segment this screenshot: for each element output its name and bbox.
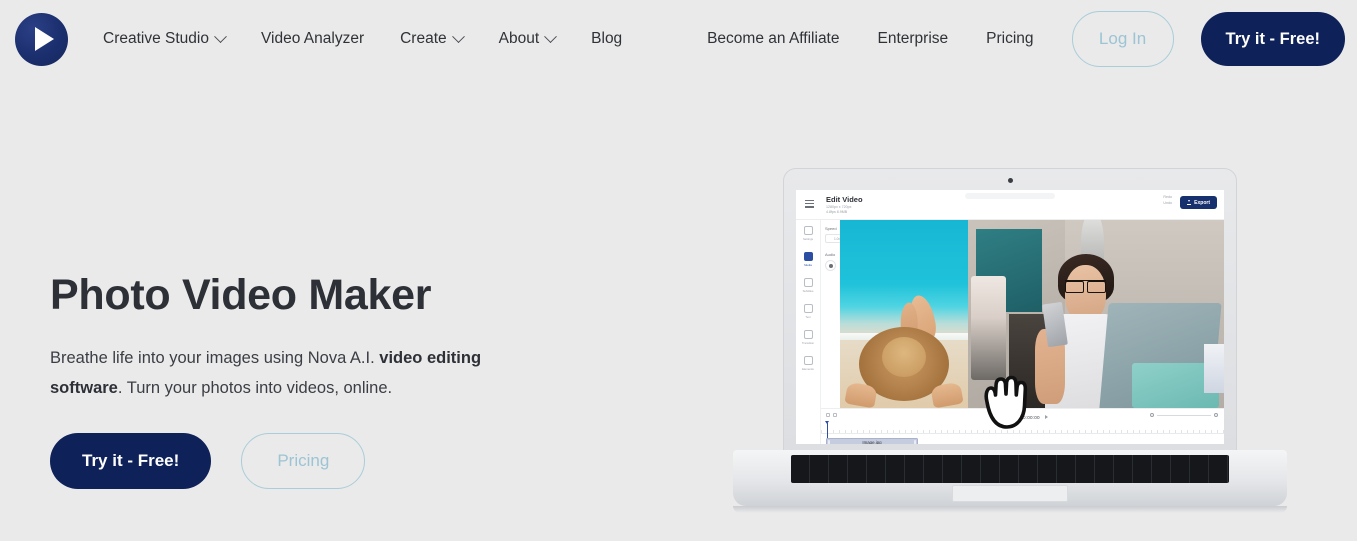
subtitles-icon bbox=[803, 278, 813, 287]
navbar-cta-button[interactable]: Try it - Free! bbox=[1200, 12, 1345, 66]
editor-meta: 1280px x 720px 4.8fps 8.9MB bbox=[826, 205, 851, 216]
chevron-down-icon bbox=[214, 29, 227, 43]
settings-icon bbox=[803, 226, 813, 235]
sidebar-item-subtitles[interactable]: Subtitles bbox=[796, 278, 820, 293]
sidebar-item-settings[interactable]: Settings bbox=[796, 226, 820, 241]
page-title: Photo Video Maker bbox=[50, 271, 432, 319]
brush-holder bbox=[970, 276, 1007, 380]
nav-item-about[interactable]: About bbox=[498, 29, 558, 48]
nav-label: Become an Affiliate bbox=[707, 30, 840, 47]
clip-handle-left[interactable] bbox=[828, 440, 830, 444]
hero-subtitle-part1: Breathe life into your images using Nova… bbox=[50, 349, 380, 368]
webcam-icon bbox=[1007, 178, 1013, 183]
landing-page: Creative Studio Video Analyzer Create Ab… bbox=[0, 0, 1357, 541]
nav-label: Create bbox=[400, 30, 447, 47]
browser-url-bar bbox=[965, 193, 1055, 199]
sidebar-item-label: Text bbox=[805, 315, 811, 319]
sidebar-item-label: Settings bbox=[802, 237, 814, 241]
nav-label: About bbox=[498, 30, 540, 47]
undo-label[interactable]: Undo bbox=[1163, 201, 1172, 207]
skip-forward-icon[interactable] bbox=[1044, 415, 1048, 419]
primary-nav: Creative Studio Video Analyzer Create Ab… bbox=[103, 29, 658, 48]
zoom-track[interactable] bbox=[1157, 414, 1211, 416]
laptop-mockup: Edit Video 1280px x 720px 4.8fps 8.9MB R… bbox=[733, 168, 1287, 528]
audio-toggle[interactable] bbox=[825, 260, 836, 271]
sidebar-item-transition[interactable]: Transition bbox=[796, 330, 820, 345]
download-icon bbox=[1187, 199, 1192, 205]
laptop-screen: Edit Video 1280px x 720px 4.8fps 8.9MB R… bbox=[796, 190, 1224, 444]
sidebar-item-elements[interactable]: Elements bbox=[796, 356, 820, 371]
hero-primary-cta-button[interactable]: Try it - Free! bbox=[50, 433, 212, 490]
editor-sidebar: Settings Media Subtitles Text Transition… bbox=[796, 220, 821, 444]
play-circle-icon bbox=[34, 27, 54, 51]
brand-logo[interactable] bbox=[15, 12, 68, 66]
laptop-base bbox=[733, 450, 1287, 506]
elements-icon bbox=[803, 356, 813, 365]
sidebar-item-media[interactable]: Media bbox=[796, 252, 820, 267]
desk-card bbox=[1203, 344, 1224, 393]
text-icon bbox=[803, 304, 813, 313]
sidebar-item-label: Subtitles bbox=[802, 289, 814, 293]
zoom-out-icon[interactable] bbox=[1150, 413, 1154, 417]
hero-subtitle: Breathe life into your images using Nova… bbox=[50, 343, 550, 403]
login-button[interactable]: Log In bbox=[1071, 11, 1174, 67]
editor-history-controls: Redo Undo bbox=[1163, 195, 1172, 207]
clip-name: Image.jpg bbox=[862, 440, 882, 444]
timeline-zoom-slider[interactable] bbox=[1150, 413, 1218, 417]
nav-item-become-an-affiliate[interactable]: Become an Affiliate bbox=[707, 30, 839, 48]
nav-label: Pricing bbox=[986, 30, 1034, 47]
editor-topbar: Edit Video 1280px x 720px 4.8fps 8.9MB R… bbox=[796, 190, 1224, 220]
laptop-foot bbox=[733, 506, 1287, 513]
editor-meta-line2: 4.8fps 8.9MB bbox=[826, 210, 848, 215]
hamburger-menu-icon[interactable] bbox=[805, 200, 814, 210]
nav-item-enterprise[interactable]: Enterprise bbox=[878, 30, 949, 48]
editor-title: Edit Video bbox=[826, 195, 863, 204]
nav-label: Video Analyzer bbox=[260, 30, 365, 47]
media-upload-icon bbox=[803, 252, 813, 261]
glasses-icon bbox=[1065, 280, 1107, 294]
sidebar-item-label: Media bbox=[804, 263, 812, 267]
laptop-keyboard bbox=[791, 455, 1229, 483]
chevron-down-icon bbox=[451, 29, 465, 43]
laptop-lid: Edit Video 1280px x 720px 4.8fps 8.9MB R… bbox=[783, 168, 1237, 454]
sidebar-item-label: Transition bbox=[801, 341, 815, 345]
chevron-down-icon bbox=[544, 29, 558, 43]
nav-label: Enterprise bbox=[877, 30, 949, 47]
hero-cta-group: Try it - Free! Pricing bbox=[50, 433, 610, 490]
export-button[interactable]: Export bbox=[1180, 196, 1217, 209]
zoom-in-icon[interactable] bbox=[1214, 413, 1218, 417]
photo-preview-beach bbox=[840, 220, 968, 408]
clip-handle-right[interactable] bbox=[914, 440, 916, 444]
secondary-nav: Become an Affiliate Enterprise Pricing L… bbox=[707, 0, 1345, 78]
hero-section: Photo Video Maker Breathe life into your… bbox=[50, 271, 610, 490]
laptop-trackpad bbox=[952, 485, 1068, 502]
grab-hand-cursor bbox=[984, 375, 1028, 429]
nav-item-creative-studio[interactable]: Creative Studio bbox=[103, 29, 227, 48]
sidebar-item-text[interactable]: Text bbox=[796, 304, 820, 319]
sidebar-item-label: Elements bbox=[802, 367, 814, 371]
nav-label: Creative Studio bbox=[103, 30, 209, 47]
nav-item-pricing[interactable]: Pricing bbox=[986, 30, 1033, 48]
nav-item-create[interactable]: Create bbox=[400, 29, 465, 48]
timeline-clip-label[interactable]: Image.jpg bbox=[826, 438, 918, 444]
top-navbar: Creative Studio Video Analyzer Create Ab… bbox=[0, 0, 1357, 78]
export-label: Export bbox=[1194, 199, 1210, 206]
redo-label[interactable]: Redo bbox=[1163, 195, 1172, 201]
nav-label: Blog bbox=[591, 30, 623, 47]
nav-item-video-analyzer[interactable]: Video Analyzer bbox=[261, 30, 364, 48]
transition-icon bbox=[803, 330, 813, 339]
hero-subtitle-part2: . Turn your photos into videos, online. bbox=[117, 379, 393, 398]
hero-pricing-button[interactable]: Pricing bbox=[241, 433, 366, 490]
nav-item-blog[interactable]: Blog bbox=[591, 30, 622, 48]
